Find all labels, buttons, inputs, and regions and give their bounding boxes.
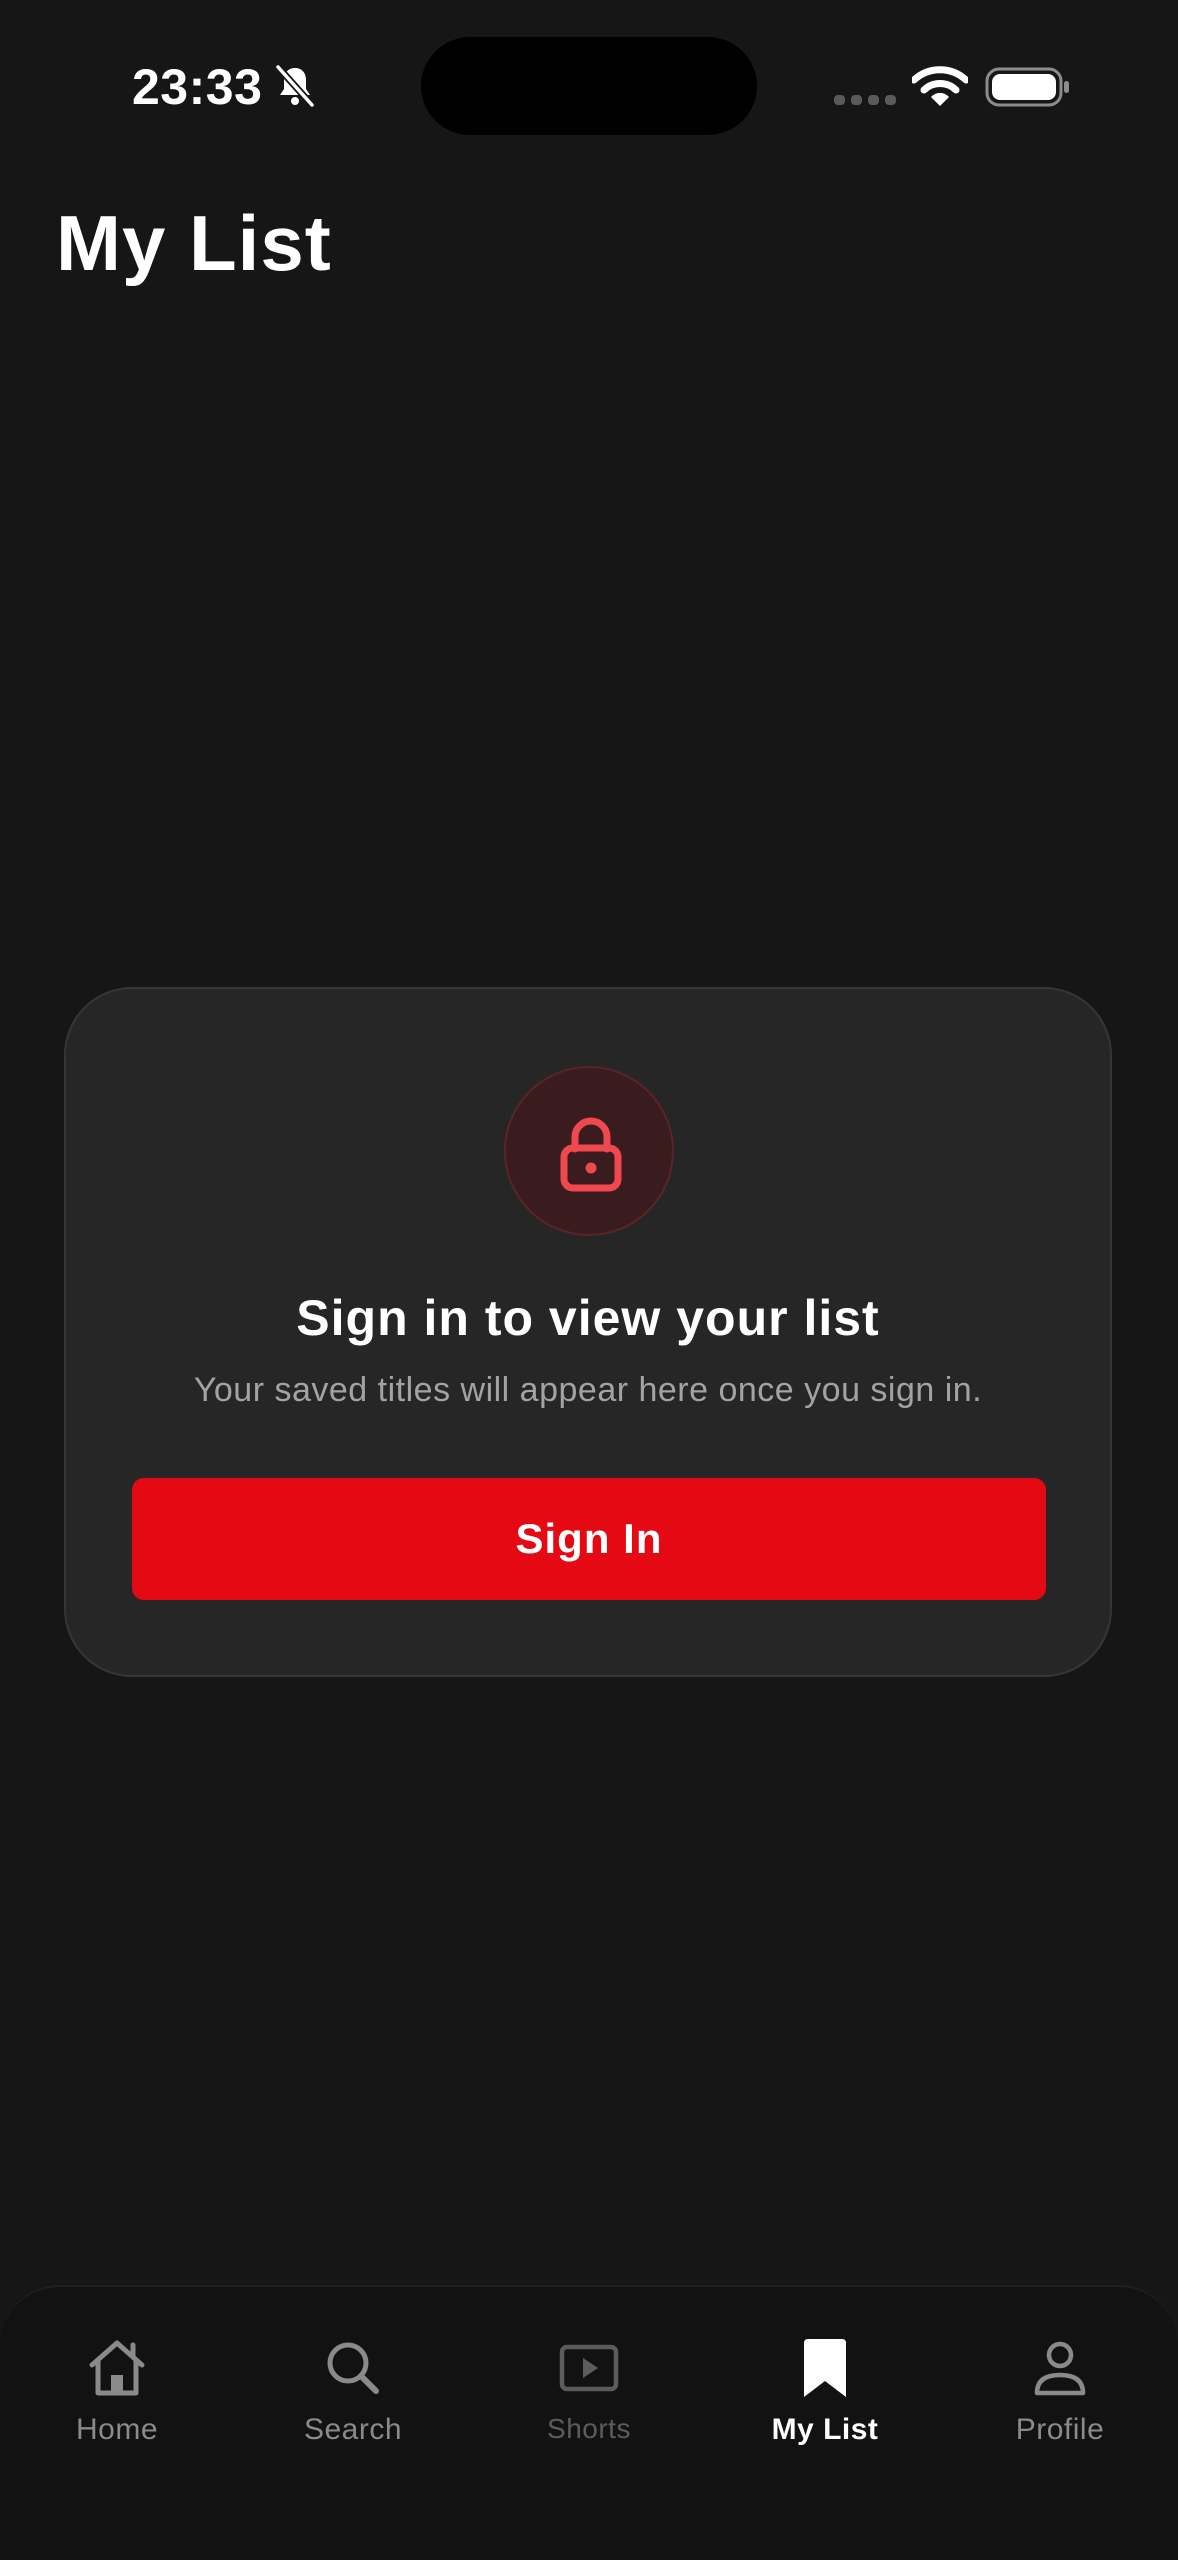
play-square-icon [559,2344,619,2392]
status-time: 23:33 [132,59,263,115]
dynamic-island [421,37,757,135]
wifi-icon [912,66,968,106]
card-title: Sign in to view your list [296,1290,880,1346]
search-icon [327,2342,379,2394]
tab-shorts-label: Shorts [547,2413,631,2444]
sign-in-button[interactable]: Sign In [132,1478,1046,1600]
battery-icon [985,67,1069,107]
home-icon [89,2340,145,2396]
cellular-signal-icon [834,95,896,105]
tab-search[interactable]: Search [253,2335,453,2455]
person-icon [1034,2341,1086,2396]
tab-profile-label: Profile [1015,2413,1105,2446]
tab-my-list-label: My List [771,2413,879,2446]
tab-my-list[interactable]: My List [725,2335,925,2455]
my-list-screen: 23:33 My List Sign in to view your list … [0,0,1178,2560]
tab-search-label: Search [303,2413,403,2446]
tab-home-label: Home [75,2413,159,2446]
card-subtitle: Your saved titles will appear here once … [193,1371,983,1409]
lock-icon [560,1117,622,1192]
tab-home[interactable]: Home [17,2335,217,2455]
tab-profile[interactable]: Profile [960,2335,1160,2455]
page-title: My List [56,199,332,287]
tab-bar: Home Search Shorts My List Profile [0,2285,1178,2560]
tab-shorts[interactable]: Shorts [489,2335,689,2455]
lock-badge [504,1066,674,1236]
bookmark-icon [804,2339,846,2397]
bell-slash-icon [275,64,315,108]
sign-in-card: Sign in to view your list Your saved tit… [64,987,1112,1677]
